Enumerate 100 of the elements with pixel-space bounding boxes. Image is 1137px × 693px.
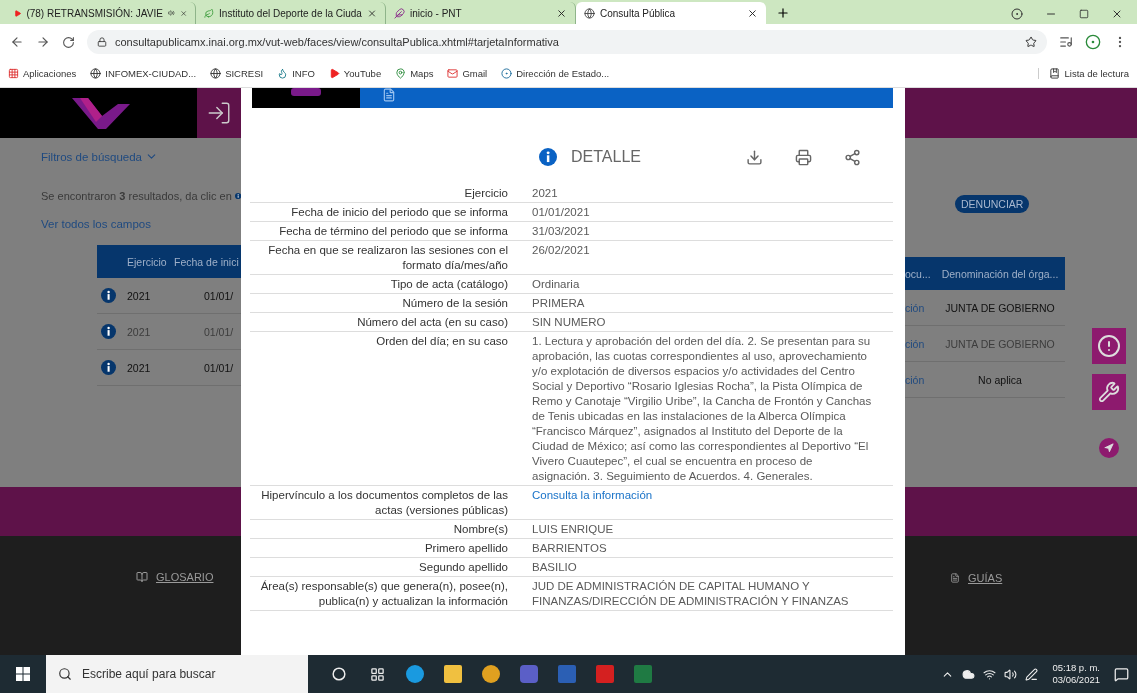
bookmark[interactable]: Dirección de Estado... [501,68,610,79]
field-value: JUD DE ADMINISTRACIÓN DE CAPITAL HUMANO Y FINANZAS/DIRECCIÓN DE ADMINISTRACIÓN Y FINANZAS [532,579,850,609]
close-icon[interactable] [556,7,567,19]
search-icon [58,667,72,681]
maximize-icon[interactable] [1079,9,1089,19]
lock-icon [97,37,107,47]
field-label: Número del acta (en su caso) [356,315,508,330]
info-icon [101,324,116,339]
field-label: Primero apellido [423,541,508,556]
close-icon[interactable] [747,7,758,19]
wifi-icon[interactable] [983,667,997,681]
app-icon[interactable] [406,665,424,683]
table-cell-text: JUNTA DE GOBIERNO [944,301,1056,314]
alert-icon [1097,334,1121,358]
round-badge-icon [501,68,513,79]
app-icon[interactable] [482,665,500,683]
info-link[interactable]: Consulta la información [532,488,653,518]
browser-tab[interactable]: Consulta Pública [576,2,766,24]
results-text: Se encontraron 3 resultados, da clic en [41,190,232,202]
field-label: Fecha de inicio del periodo que se informa [290,205,508,220]
field-label: Ejercicio [463,186,508,201]
field-value: Ordinaria [532,277,581,292]
notification-icon[interactable] [1114,666,1129,682]
bookmark[interactable]: INFO [277,68,315,79]
task-view-icon[interactable] [369,666,385,682]
field-value: PRIMERA [532,296,586,311]
wrench-button[interactable] [1092,374,1126,410]
report-button[interactable]: DENUNCIAR [955,195,1030,213]
field-value: BARRIENTOS [532,541,608,556]
clock[interactable]: 05:18 p. m. 03/06/2021 [1052,662,1100,686]
back-icon[interactable] [10,35,24,49]
table-cell-text: No aplica [977,373,1023,386]
url-text: consultapublicamx.inai.org.mx/vut-web/faces/view/consultaPublica.xhtml#tarjetaInformativa [115,36,559,48]
feather-icon [394,7,405,19]
column-header[interactable]: Fecha de inici [174,255,241,268]
column-header[interactable]: Denominación del órga... [935,267,1065,280]
forward-icon[interactable] [36,35,50,49]
address-bar[interactable]: consultapublicamx.inai.org.mx/vut-web/faces/view/consultaPublica.xhtml#tarjetaInformativa [87,30,1047,54]
table-cell-text: 01/01/ [204,361,235,374]
field-value: 1. Lectura y aprobación del orden del día. 2. Se presentan para su aprobación, las cuotas correspondientes al uso, aprovechamiento y/o explotación de diversos espacios y/o actividades del Centro Social y Deportivo “Rosario Iglesias Rocha”, la Pista Olímpica de Remo y Canotaje “Virgilio Uribe”, la Cancha de Frontón y Canchas de Tenis ubicadas en las instalaciones de la Alberca Olímpica “Francisco Márquez”, asignados al Instituto del Deporte de la Ciudad de México; así como las correspondientes al Deportivo “El Vivero Cuautepec”, el cual se encuentra en proceso de asignación. 3. Seguimiento de Acuerdos. 4. Generales. [532,334,873,484]
bookmark[interactable]: YouTube [328,68,382,79]
field-label: Hipervínculo a los documentos completos de las actas (versiones públicas) [260,488,508,518]
dialog-title: DETALLE [571,148,641,166]
flame-icon [277,68,289,79]
alert-button[interactable] [1092,328,1126,364]
table-cell-text: 2021 [127,289,152,302]
speaker-icon[interactable] [1004,667,1018,681]
globe-icon [90,68,102,79]
browser-tab[interactable]: Instituto del Deporte de la Ciuda [196,2,386,24]
info-icon [101,360,116,375]
login-icon [206,100,232,126]
share-icon[interactable] [844,148,861,166]
reading-list-icon [1048,68,1060,79]
info-icon [101,288,116,303]
reload-icon[interactable] [62,35,75,49]
close-icon[interactable] [1111,8,1123,20]
bookmark[interactable]: SICRESI [210,68,264,79]
column-header[interactable]: Ejercicio [127,255,174,268]
table-cell-text: 01/01/ [204,289,235,302]
field-label: Nombre(s) [452,522,508,537]
new-tab-icon[interactable] [776,6,790,20]
scroll-up-button[interactable] [1099,438,1119,458]
cloud-icon[interactable] [962,667,976,681]
bookmark[interactable]: INFOMEX-CIUDAD... [90,68,197,79]
bookmark[interactable]: Maps [395,68,434,79]
profile-icon[interactable] [1011,8,1023,20]
bookmark[interactable]: Gmail [447,68,488,79]
field-value: SIN NUMERO [532,315,607,330]
guides-link[interactable]: GUÍAS [950,572,1003,584]
taskbar-search-field[interactable]: Escribe aquí para buscar [46,655,308,693]
field-value: 31/03/2021 [532,224,591,239]
info-icon [539,148,557,166]
avatar-icon[interactable] [1085,34,1101,50]
field-label: Segundo apellido [418,560,508,575]
bookmark[interactable]: Aplicaciones [8,68,77,79]
ring-icon[interactable] [332,667,346,681]
play-icon [328,68,340,79]
star-icon[interactable] [1025,36,1037,48]
glossary-link[interactable]: GLOSARIO [136,571,214,583]
print-icon[interactable] [795,148,812,166]
map-pin-icon [395,68,407,79]
media-icon[interactable] [1059,35,1073,49]
book-icon [136,571,148,583]
mail-icon [447,68,459,79]
wrench-icon [1098,381,1120,403]
field-value: BASILIO [532,560,578,575]
play-icon [14,7,22,19]
download-icon[interactable] [746,148,763,166]
field-label: Área(s) responsable(s) que genera(n), posee(n), publica(n) y actualizan la información [259,579,508,609]
table-cell-text: 01/01/ [204,325,235,338]
column-header[interactable]: ocu... [905,267,935,280]
four-squares-icon [16,667,30,681]
reading-list[interactable]: Lista de lectura [1037,68,1129,79]
field-label: Número de la sesión [401,296,508,311]
field-value: 2021 [532,186,559,201]
field-label: Fecha de término del periodo que se informa [278,224,508,239]
globe-icon [210,68,222,79]
leaf-icon [204,7,215,19]
login-button[interactable] [197,88,241,138]
pen-icon[interactable] [1025,667,1039,681]
